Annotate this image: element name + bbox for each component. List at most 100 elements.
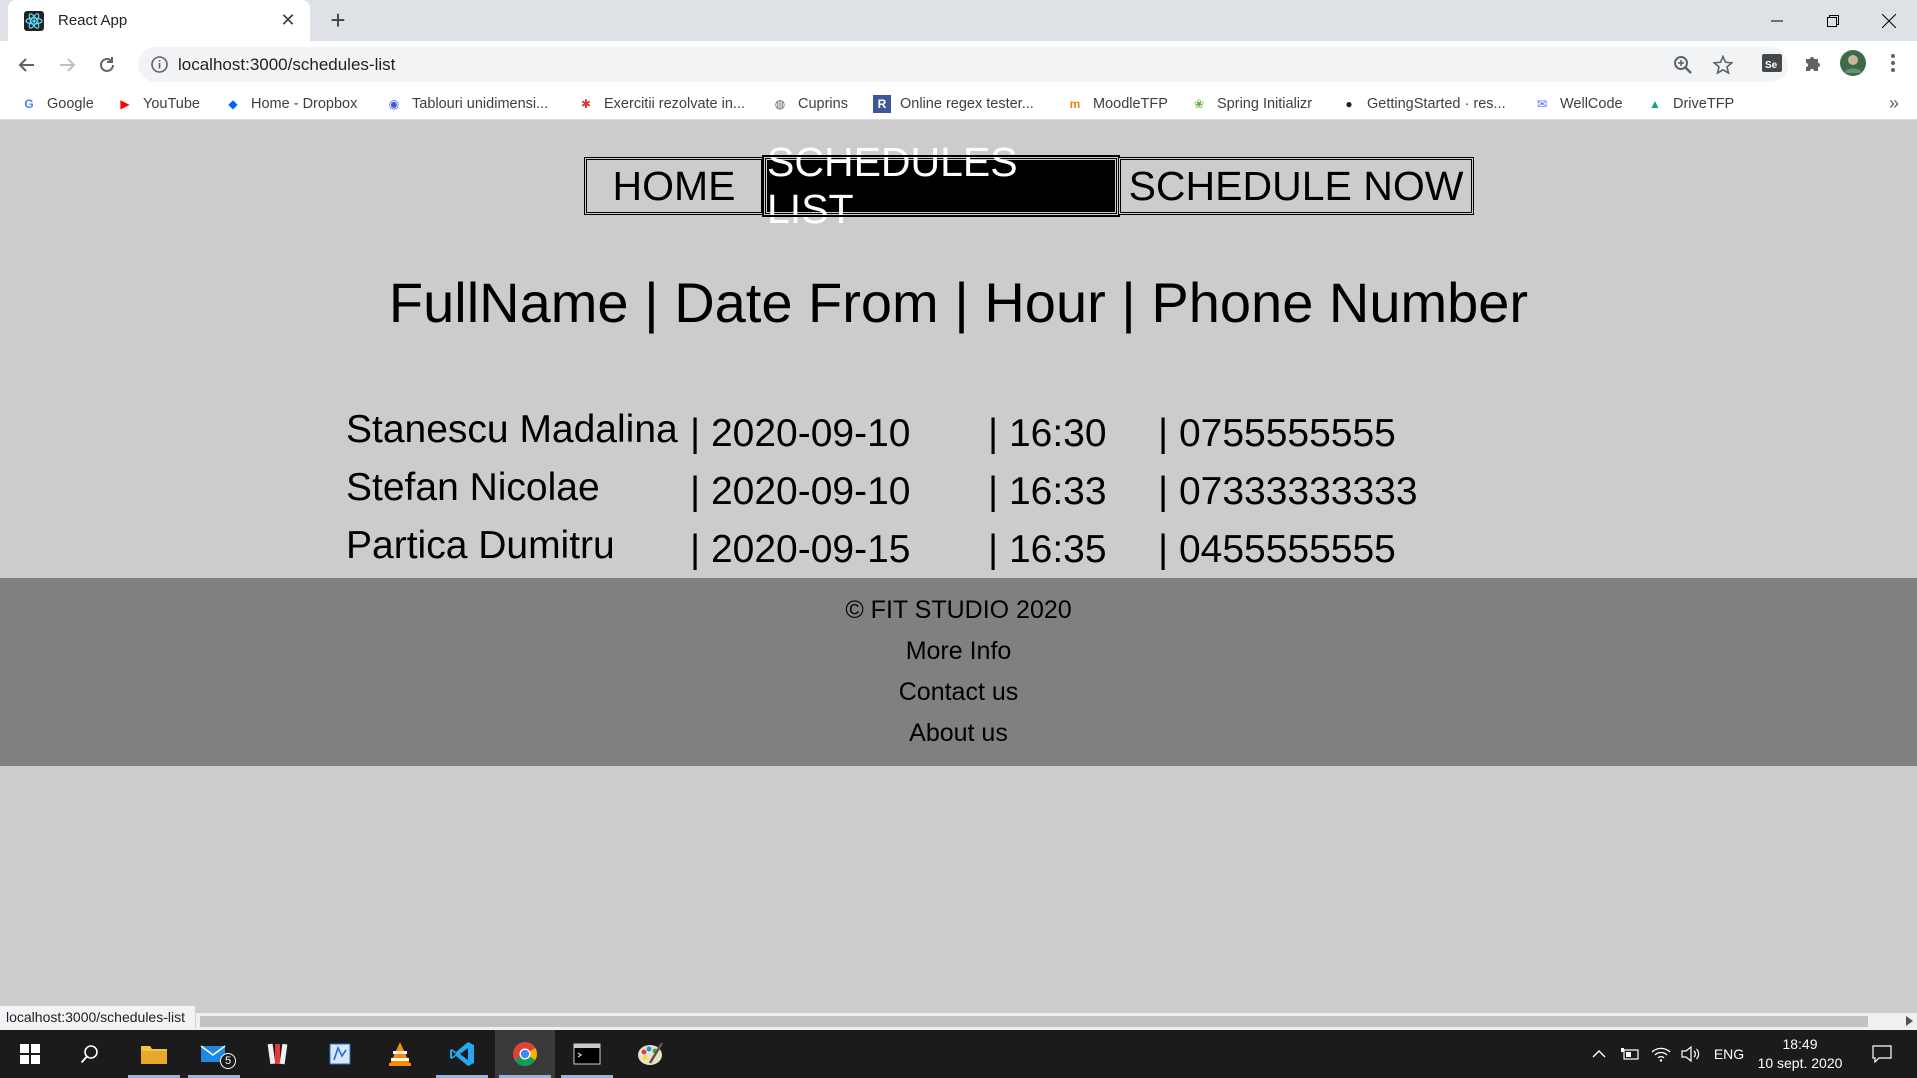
volume-icon[interactable] bbox=[1678, 1030, 1704, 1078]
close-tab-icon[interactable]: ✕ bbox=[276, 9, 300, 33]
bookmark-star-icon[interactable] bbox=[1712, 54, 1734, 76]
bookmark-label: Tablouri unidimensi... bbox=[412, 96, 549, 112]
bookmark-item[interactable]: ▶ YouTube bbox=[116, 93, 200, 115]
svg-text:Se: Se bbox=[1765, 60, 1778, 71]
footer-about-link[interactable]: About us bbox=[0, 719, 1917, 748]
row-phone: | 0755555555 bbox=[1158, 412, 1396, 455]
bookmark-label: Google bbox=[47, 96, 94, 112]
bookmark-item[interactable]: m MoodleTFP bbox=[1066, 93, 1168, 115]
bookmark-item[interactable]: ✉ WellCode bbox=[1533, 93, 1623, 115]
row-phone: | 07333333333 bbox=[1158, 470, 1418, 513]
battery-icon[interactable] bbox=[1617, 1030, 1643, 1078]
tab-react-app[interactable]: React App ✕ bbox=[8, 0, 310, 41]
row-date: | 2020-09-15 bbox=[690, 528, 911, 571]
wifi-icon[interactable] bbox=[1648, 1030, 1674, 1078]
minimize-button[interactable] bbox=[1749, 0, 1805, 41]
bookmark-item[interactable]: ◍ Cuprins bbox=[771, 93, 848, 115]
globe-icon: ◍ bbox=[774, 97, 786, 111]
browser-toolbar: localhost:3000/schedules-list Se bbox=[0, 41, 1917, 88]
row-hour: | 16:30 bbox=[988, 412, 1107, 455]
bookmark-item[interactable]: ✱ Exercitii rezolvate in... bbox=[577, 93, 745, 115]
forward-button[interactable] bbox=[52, 50, 82, 80]
reload-icon bbox=[100, 57, 114, 72]
row-date: | 2020-09-10 bbox=[690, 412, 911, 455]
site-footer: © FIT STUDIO 2020 More Info Contact us A… bbox=[0, 578, 1917, 766]
footer-copyright: © FIT STUDIO 2020 bbox=[845, 596, 1072, 624]
bookmark-item[interactable]: ◆ Home - Dropbox bbox=[224, 93, 357, 115]
bookmarks-bar: G Google ▶ YouTube ◆ Home - Dropbox ◉ Tablouri … bbox=[0, 88, 1917, 120]
search-icon[interactable] bbox=[60, 1030, 120, 1078]
more-bookmarks-chevron-icon[interactable]: » bbox=[1889, 93, 1899, 114]
status-bubble: localhost:3000/schedules-list bbox=[0, 1005, 196, 1028]
footer-contact-link[interactable]: Contact us bbox=[0, 678, 1917, 707]
window-controls bbox=[1749, 0, 1917, 41]
dropbox-icon: ◆ bbox=[228, 97, 238, 111]
extensions-puzzle-icon[interactable] bbox=[1800, 50, 1826, 76]
schedule-table-header: FullName | Date From | Hour | Phone Numb… bbox=[388, 271, 1529, 334]
windows-start-icon[interactable] bbox=[0, 1030, 60, 1078]
bookmark-label: WellCode bbox=[1560, 96, 1623, 112]
clock-date: 10 sept. 2020 bbox=[1757, 1055, 1843, 1071]
reload-button[interactable] bbox=[92, 50, 122, 80]
info-icon[interactable] bbox=[150, 55, 169, 74]
bookmark-label: YouTube bbox=[143, 96, 200, 112]
mail-icon[interactable]: 5 bbox=[184, 1030, 244, 1078]
nav-schedule-now-link[interactable]: SCHEDULE NOW bbox=[1118, 157, 1474, 215]
notifications-icon[interactable] bbox=[1862, 1030, 1902, 1078]
paint-icon[interactable] bbox=[620, 1030, 680, 1078]
restore-button[interactable] bbox=[1805, 0, 1861, 41]
r-icon: R bbox=[873, 95, 891, 113]
horizontal-scrollbar[interactable] bbox=[0, 1013, 1917, 1030]
row-phone: | 0455555555 bbox=[1158, 528, 1396, 571]
bookmark-label: DriveTFP bbox=[1673, 96, 1735, 112]
chrome-menu-icon[interactable] bbox=[1880, 50, 1906, 76]
address-bar[interactable]: localhost:3000/schedules-list bbox=[138, 47, 1788, 82]
bookmark-item[interactable]: G Google bbox=[20, 93, 94, 115]
scrollbar-thumb[interactable] bbox=[200, 1016, 1868, 1027]
bookmark-item[interactable]: R Online regex tester... bbox=[873, 93, 1034, 115]
bookmark-item[interactable]: ❀ Spring Initializr bbox=[1190, 93, 1312, 115]
mail-badge: 5 bbox=[220, 1053, 236, 1069]
row-fullname: Partica Dumitru bbox=[346, 524, 615, 567]
show-hidden-icons-chevron-icon[interactable] bbox=[1587, 1030, 1611, 1078]
bookmark-label: Spring Initializr bbox=[1217, 96, 1313, 112]
page-content: HOME SCHEDULES LIST SCHEDULE NOW FullNam… bbox=[0, 120, 1917, 1016]
profile-avatar-icon[interactable] bbox=[1839, 49, 1867, 77]
file-explorer-icon[interactable] bbox=[124, 1030, 184, 1078]
selenium-extension-icon[interactable]: Se bbox=[1759, 50, 1785, 76]
row-hour: | 16:35 bbox=[988, 528, 1107, 571]
vlc-icon[interactable] bbox=[370, 1030, 430, 1078]
chrome-taskbar-icon[interactable] bbox=[495, 1030, 555, 1078]
taskbar-clock[interactable]: 18:49 10 sept. 2020 bbox=[1752, 1035, 1848, 1073]
windows-taskbar: 5 ENG 18:49 10 sept. 2020 bbox=[0, 1030, 1917, 1078]
clock-time: 18:49 bbox=[1782, 1036, 1818, 1052]
scroll-right-arrow-icon[interactable] bbox=[1906, 1016, 1913, 1026]
terminal-icon[interactable] bbox=[557, 1030, 617, 1078]
nav-home-link[interactable]: HOME bbox=[584, 157, 764, 215]
close-window-button[interactable] bbox=[1861, 0, 1917, 41]
globe-blue-icon: ◉ bbox=[388, 97, 400, 111]
wellcode-icon: ✉ bbox=[1536, 97, 1548, 111]
new-tab-button[interactable]: + bbox=[324, 5, 352, 35]
nav-schedules-list-link[interactable]: SCHEDULES LIST bbox=[762, 139, 1120, 232]
back-button[interactable] bbox=[12, 50, 42, 80]
footer-more-info-link[interactable]: More Info bbox=[0, 637, 1917, 666]
vscode-icon[interactable] bbox=[432, 1030, 492, 1078]
bookmark-label: Online regex tester... bbox=[900, 96, 1034, 112]
file-cabinet-app-icon[interactable] bbox=[248, 1030, 308, 1078]
bookmark-item[interactable]: ▲ DriveTFP bbox=[1646, 93, 1734, 115]
spring-icon: ❀ bbox=[1193, 97, 1205, 111]
language-indicator[interactable]: ENG bbox=[1710, 1030, 1748, 1078]
bookmark-item[interactable]: ● GettingStarted · res... bbox=[1340, 93, 1505, 115]
url-text: localhost:3000/schedules-list bbox=[178, 55, 396, 74]
bookmark-item[interactable]: ◉ Tablouri unidimensi... bbox=[385, 93, 548, 115]
bookmark-label: Cuprins bbox=[798, 96, 848, 112]
row-hour: | 16:33 bbox=[988, 470, 1107, 513]
document-app-icon[interactable] bbox=[310, 1030, 370, 1078]
row-fullname: Stanescu Madalina bbox=[346, 408, 678, 451]
zoom-icon[interactable] bbox=[1672, 54, 1694, 76]
drive-icon: ▲ bbox=[1649, 97, 1661, 111]
youtube-icon: ▶ bbox=[120, 97, 130, 111]
moodle-icon: m bbox=[1069, 97, 1081, 111]
row-date: | 2020-09-10 bbox=[690, 470, 911, 513]
